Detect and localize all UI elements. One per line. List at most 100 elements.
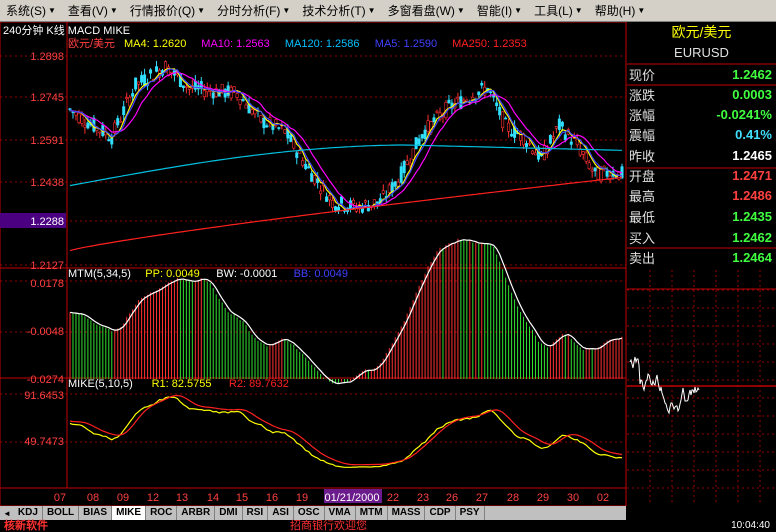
menu-item-8[interactable]: 帮助(H) ▼ — [589, 0, 652, 22]
tab-scroll-left-icon[interactable]: ◄ — [0, 509, 14, 518]
candle-body — [387, 184, 391, 193]
mtm-legend-item: BW: -0.0001 — [216, 268, 277, 280]
x-tick: 15 — [236, 492, 248, 504]
menu-item-2[interactable]: 行情报价(Q) ▼ — [124, 0, 211, 22]
candle-body — [319, 190, 323, 194]
candle-body — [426, 120, 430, 132]
tab-osc[interactable]: OSC — [293, 506, 325, 520]
candle-body — [551, 136, 555, 139]
candle-body — [137, 81, 141, 85]
candle-body — [238, 99, 242, 105]
quote-value: 1.2471 — [732, 168, 772, 183]
candle-body — [86, 122, 90, 129]
x-tick: 02 — [597, 492, 609, 504]
mike-tick: 91.6453 — [24, 390, 64, 402]
quote-row: 涨跌 0.0003 — [627, 84, 776, 104]
candle-body — [581, 151, 585, 155]
tab-mtm[interactable]: MTM — [355, 506, 388, 520]
quote-row: 现价 1.2462 — [627, 64, 776, 84]
tab-vma[interactable]: VMA — [324, 506, 356, 520]
candle-body — [569, 141, 573, 145]
tab-bias[interactable]: BIAS — [79, 506, 113, 520]
quote-label: 震幅 — [629, 128, 656, 144]
menu-item-7[interactable]: 工具(L) ▼ — [528, 0, 589, 22]
tab-arbr[interactable]: ARBR — [177, 506, 216, 520]
candle-body — [447, 99, 451, 103]
candle-body — [399, 166, 403, 183]
menu-item-0[interactable]: 系统(S) ▼ — [0, 0, 62, 22]
candle-body — [295, 152, 299, 158]
menu-bar: 系统(S) ▼ 查看(V) ▼ 行情报价(Q) ▼ 分时分析(F) ▼ 技术分析(T) ▼ 多窗看盘… — [0, 0, 776, 22]
quote-row: 买入 1.2462 — [627, 227, 776, 247]
quote-row: 昨收 1.2465 — [627, 145, 776, 165]
candle-body — [593, 167, 597, 172]
candle-body — [498, 106, 502, 116]
candle-body — [501, 111, 505, 128]
x-tick: 19 — [296, 492, 308, 504]
candle-body — [289, 134, 293, 142]
candle-body — [265, 125, 269, 128]
price-legend-item: MA4: 1.2620 — [124, 38, 186, 50]
price-tick: 1.2288 — [30, 216, 64, 228]
candle-body — [363, 200, 367, 203]
tab-asi[interactable]: ASI — [268, 506, 294, 520]
tab-roc[interactable]: ROC — [146, 506, 178, 520]
price-legend-item: MA120: 1.2586 — [285, 38, 360, 50]
candle-body — [202, 90, 206, 97]
candle-body — [402, 161, 406, 174]
menu-item-6[interactable]: 智能(I) ▼ — [471, 0, 528, 22]
price-legend-item: MA250: 1.2353 — [452, 38, 527, 50]
price-legend-item: MA5: 1.2590 — [375, 38, 437, 50]
mike-legend-item: R1: 82.5755 — [152, 378, 212, 390]
candle-body — [507, 122, 511, 132]
candle-body — [340, 196, 344, 204]
quote-row: 卖出 1.2464 — [627, 248, 776, 268]
chevron-down-icon: ▼ — [109, 6, 118, 15]
candle-body — [510, 133, 514, 137]
quote-value: 1.2462 — [732, 229, 772, 245]
candle-body — [211, 92, 215, 99]
menu-item-1[interactable]: 查看(V) ▼ — [62, 0, 124, 22]
candle-body — [334, 206, 338, 211]
candle-body — [417, 138, 421, 145]
candle-body — [310, 173, 314, 182]
mtm-legend-item: BB: 0.0049 — [294, 268, 348, 280]
menu-item-3[interactable]: 分时分析(F) ▼ — [211, 0, 296, 22]
candle-body — [584, 152, 588, 162]
candle-body — [181, 85, 185, 88]
quote-value: 0.41% — [735, 127, 772, 143]
menu-item-4[interactable]: 技术分析(T) ▼ — [296, 0, 381, 22]
candle-body — [98, 131, 102, 134]
candle-body — [119, 121, 123, 123]
quote-value: 1.2462 — [732, 66, 772, 82]
tab-mike[interactable]: MIKE — [112, 506, 147, 520]
quote-row: 最低 1.2435 — [627, 206, 776, 226]
intraday-line — [629, 356, 700, 415]
candle-body — [590, 169, 594, 172]
candle-body — [530, 150, 534, 155]
candle-body — [226, 85, 230, 96]
quote-label: 卖出 — [629, 251, 656, 267]
tab-psy[interactable]: PSY — [455, 506, 485, 520]
tab-boll[interactable]: BOLL — [42, 506, 80, 520]
tab-cdp[interactable]: CDP — [425, 506, 456, 520]
tab-kdj[interactable]: KDJ — [13, 506, 43, 520]
candle-body — [307, 166, 311, 169]
candle-body — [420, 134, 424, 139]
menu-item-5[interactable]: 多窗看盘(W) ▼ — [382, 0, 471, 22]
candle-body — [125, 97, 129, 100]
candle-body — [131, 93, 135, 97]
tab-mass[interactable]: MASS — [387, 506, 426, 520]
x-tick: 30 — [567, 492, 579, 504]
candle-body — [77, 112, 81, 123]
quote-value: 1.2435 — [732, 208, 772, 224]
quote-value: 1.2464 — [732, 250, 772, 266]
candle-body — [235, 93, 239, 98]
tab-dmi[interactable]: DMI — [215, 506, 243, 520]
candle-body — [134, 77, 138, 90]
candle-body — [331, 199, 335, 208]
tab-rsi[interactable]: RSI — [242, 506, 269, 520]
mtm-tick: -0.0048 — [27, 326, 64, 338]
candle-body — [337, 206, 341, 211]
candle-body — [328, 195, 332, 201]
